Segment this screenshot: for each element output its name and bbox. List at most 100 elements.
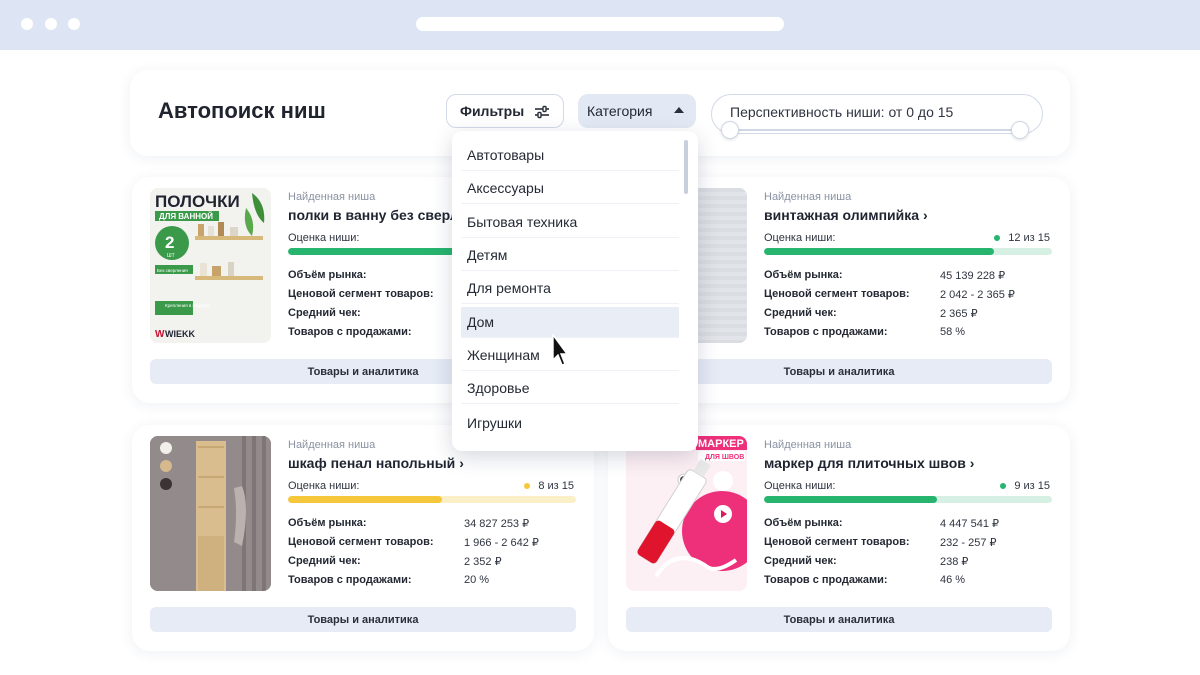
rating-label: Оценка ниши: [288,232,360,244]
market-volume-label: Объём рынка: [764,269,843,281]
range-max-handle[interactable] [1011,121,1029,139]
avg-check-value: 238 ₽ [940,556,969,568]
chevron-up-icon [674,107,684,113]
with-sales-value: 46 % [940,574,966,586]
with-sales-value: 20 % [464,574,490,586]
filters-button-label: Фильтры [460,103,525,119]
category-option[interactable]: Для ремонта [461,273,679,304]
rating-score: 12 из 15 [994,232,1050,244]
niche-name-link[interactable]: винтажная олимпийка › [764,207,928,223]
price-segment-value: 1 966 - 2 642 ₽ [464,537,539,549]
rating-progress-fill [288,496,442,503]
category-dropdown-button[interactable]: Категория [578,94,696,128]
range-track[interactable] [729,129,1019,131]
rating-progress-fill [764,496,937,503]
window-dot-icon [68,18,80,30]
avg-check-value: 2 365 ₽ [940,308,978,320]
product-image: ПОЛОЧКИ ДЛЯ ВАННОЙ 2 ШТ Без сверления Кр… [150,188,271,343]
avg-check-label: Средний чек: [764,555,837,567]
price-segment-value: 232 - 257 ₽ [940,537,997,549]
image-brand: WIEKK [165,329,195,339]
address-bar[interactable] [416,17,784,31]
range-label: Перспективность ниши: от 0 до 15 [730,104,954,120]
score-dot-icon [524,483,531,489]
image-badge-number: 2 [165,233,174,252]
category-option[interactable]: Женщинам [461,340,679,371]
image-subtitle: ДЛЯ ВАННОЙ [159,212,213,221]
price-segment-label: Ценовой сегмент товаров: [288,536,434,548]
niche-name: полки в ванну без сверл [288,207,459,223]
category-option[interactable]: Детям [461,240,679,271]
products-analytics-button[interactable]: Товары и аналитика [150,607,576,632]
image-note-1: Без сверления [157,268,188,273]
rating-label: Оценка ниши: [764,480,836,492]
rating-progress [764,496,1052,503]
found-niche-label: Найденная ниша [288,439,376,451]
metrics: Объём рынка: 45 139 228 ₽ Ценовой сегмент… [764,269,1015,345]
image-subtitle: ДЛЯ ШВОВ [705,454,744,461]
market-volume-value: 45 139 228 ₽ [940,270,1006,282]
niche-card: МАРКЕР ДЛЯ ШВОВ Найденная ниша маркер дл… [608,425,1070,651]
chevron-right-icon: › [459,455,464,471]
image-title: МАРКЕР [698,438,744,450]
browser-toolbar [0,0,1200,50]
rating-progress [288,496,576,503]
found-niche-label: Найденная ниша [764,191,852,203]
rating-label: Оценка ниши: [764,232,836,244]
mouse-cursor-icon [552,334,568,366]
market-volume-value: 34 827 253 ₽ [464,518,530,530]
category-option[interactable]: Аксессуары [461,173,679,204]
shelf-product-illustration: ПОЛОЧКИ ДЛЯ ВАННОЙ 2 ШТ Без сверления Кр… [150,188,271,343]
score-dot-icon [1000,483,1007,489]
niche-prospect-range[interactable]: Перспективность ниши: от 0 до 15 [711,94,1043,139]
products-analytics-button[interactable]: Товары и аналитика [626,607,1052,632]
product-image: МАРКЕР ДЛЯ ШВОВ [626,436,747,591]
window-dot-icon [21,18,33,30]
score-dot-icon [994,235,1001,241]
rating-score-text: 12 из 15 [1008,232,1050,244]
niche-name-link[interactable]: полки в ванну без сверл [288,207,459,223]
rating-progress-fill [764,248,995,255]
with-sales-label: Товаров с продажами: [288,574,412,586]
metrics: Объём рынка: Ценовой сегмент товаров: Ср… [288,269,464,345]
page-title: Автопоиск ниш [158,98,326,123]
rating-label: Оценка ниши: [288,480,360,492]
rating-score: 8 из 15 [524,480,574,492]
metrics: Объём рынка: 4 447 541 ₽ Ценовой сегмент … [764,517,999,593]
product-image [150,436,271,591]
rating-progress [764,248,1052,255]
filters-button[interactable]: Фильтры [446,94,564,128]
niche-name: шкаф пенал напольный [288,455,456,471]
wardrobe-product-illustration [150,436,271,591]
avg-check-label: Средний чек: [288,555,361,567]
avg-check-label: Средний чек: [288,307,361,319]
category-option[interactable]: Игрушки [461,407,679,438]
niche-card: Найденная ниша шкаф пенал напольный › Оц… [132,425,594,651]
with-sales-label: Товаров с продажами: [288,326,412,338]
rating-score-text: 9 из 15 [1014,480,1050,492]
range-min-handle[interactable] [721,121,739,139]
sliders-icon [535,105,549,119]
niche-name-link[interactable]: шкаф пенал напольный › [288,455,464,471]
rating-score-text: 8 из 15 [538,480,574,492]
category-option[interactable]: Автотовары [461,140,679,171]
with-sales-value: 58 % [940,326,966,338]
metrics: Объём рынка: 34 827 253 ₽ Ценовой сегмент… [288,517,539,593]
category-option[interactable]: Бытовая техника [461,207,679,238]
niche-name-link[interactable]: маркер для плиточных швов › [764,455,974,471]
category-option[interactable]: Здоровье [461,373,679,404]
avg-check-label: Средний чек: [764,307,837,319]
window-dot-icon [45,18,57,30]
with-sales-label: Товаров с продажами: [764,326,888,338]
category-option[interactable]: Дом [461,307,679,338]
price-segment-label: Ценовой сегмент товаров: [764,288,910,300]
market-volume-label: Объём рынка: [288,269,367,281]
found-niche-label: Найденная ниша [764,439,852,451]
niche-name: маркер для плиточных швов [764,455,966,471]
category-dropdown-menu: Автотовары Аксессуары Бытовая техника Де… [452,131,698,451]
chevron-right-icon: › [922,207,928,223]
dropdown-scrollbar[interactable] [684,140,688,194]
chevron-right-icon: › [969,455,975,471]
image-badge-unit: ШТ [167,253,175,259]
svg-text:W: W [155,329,165,340]
